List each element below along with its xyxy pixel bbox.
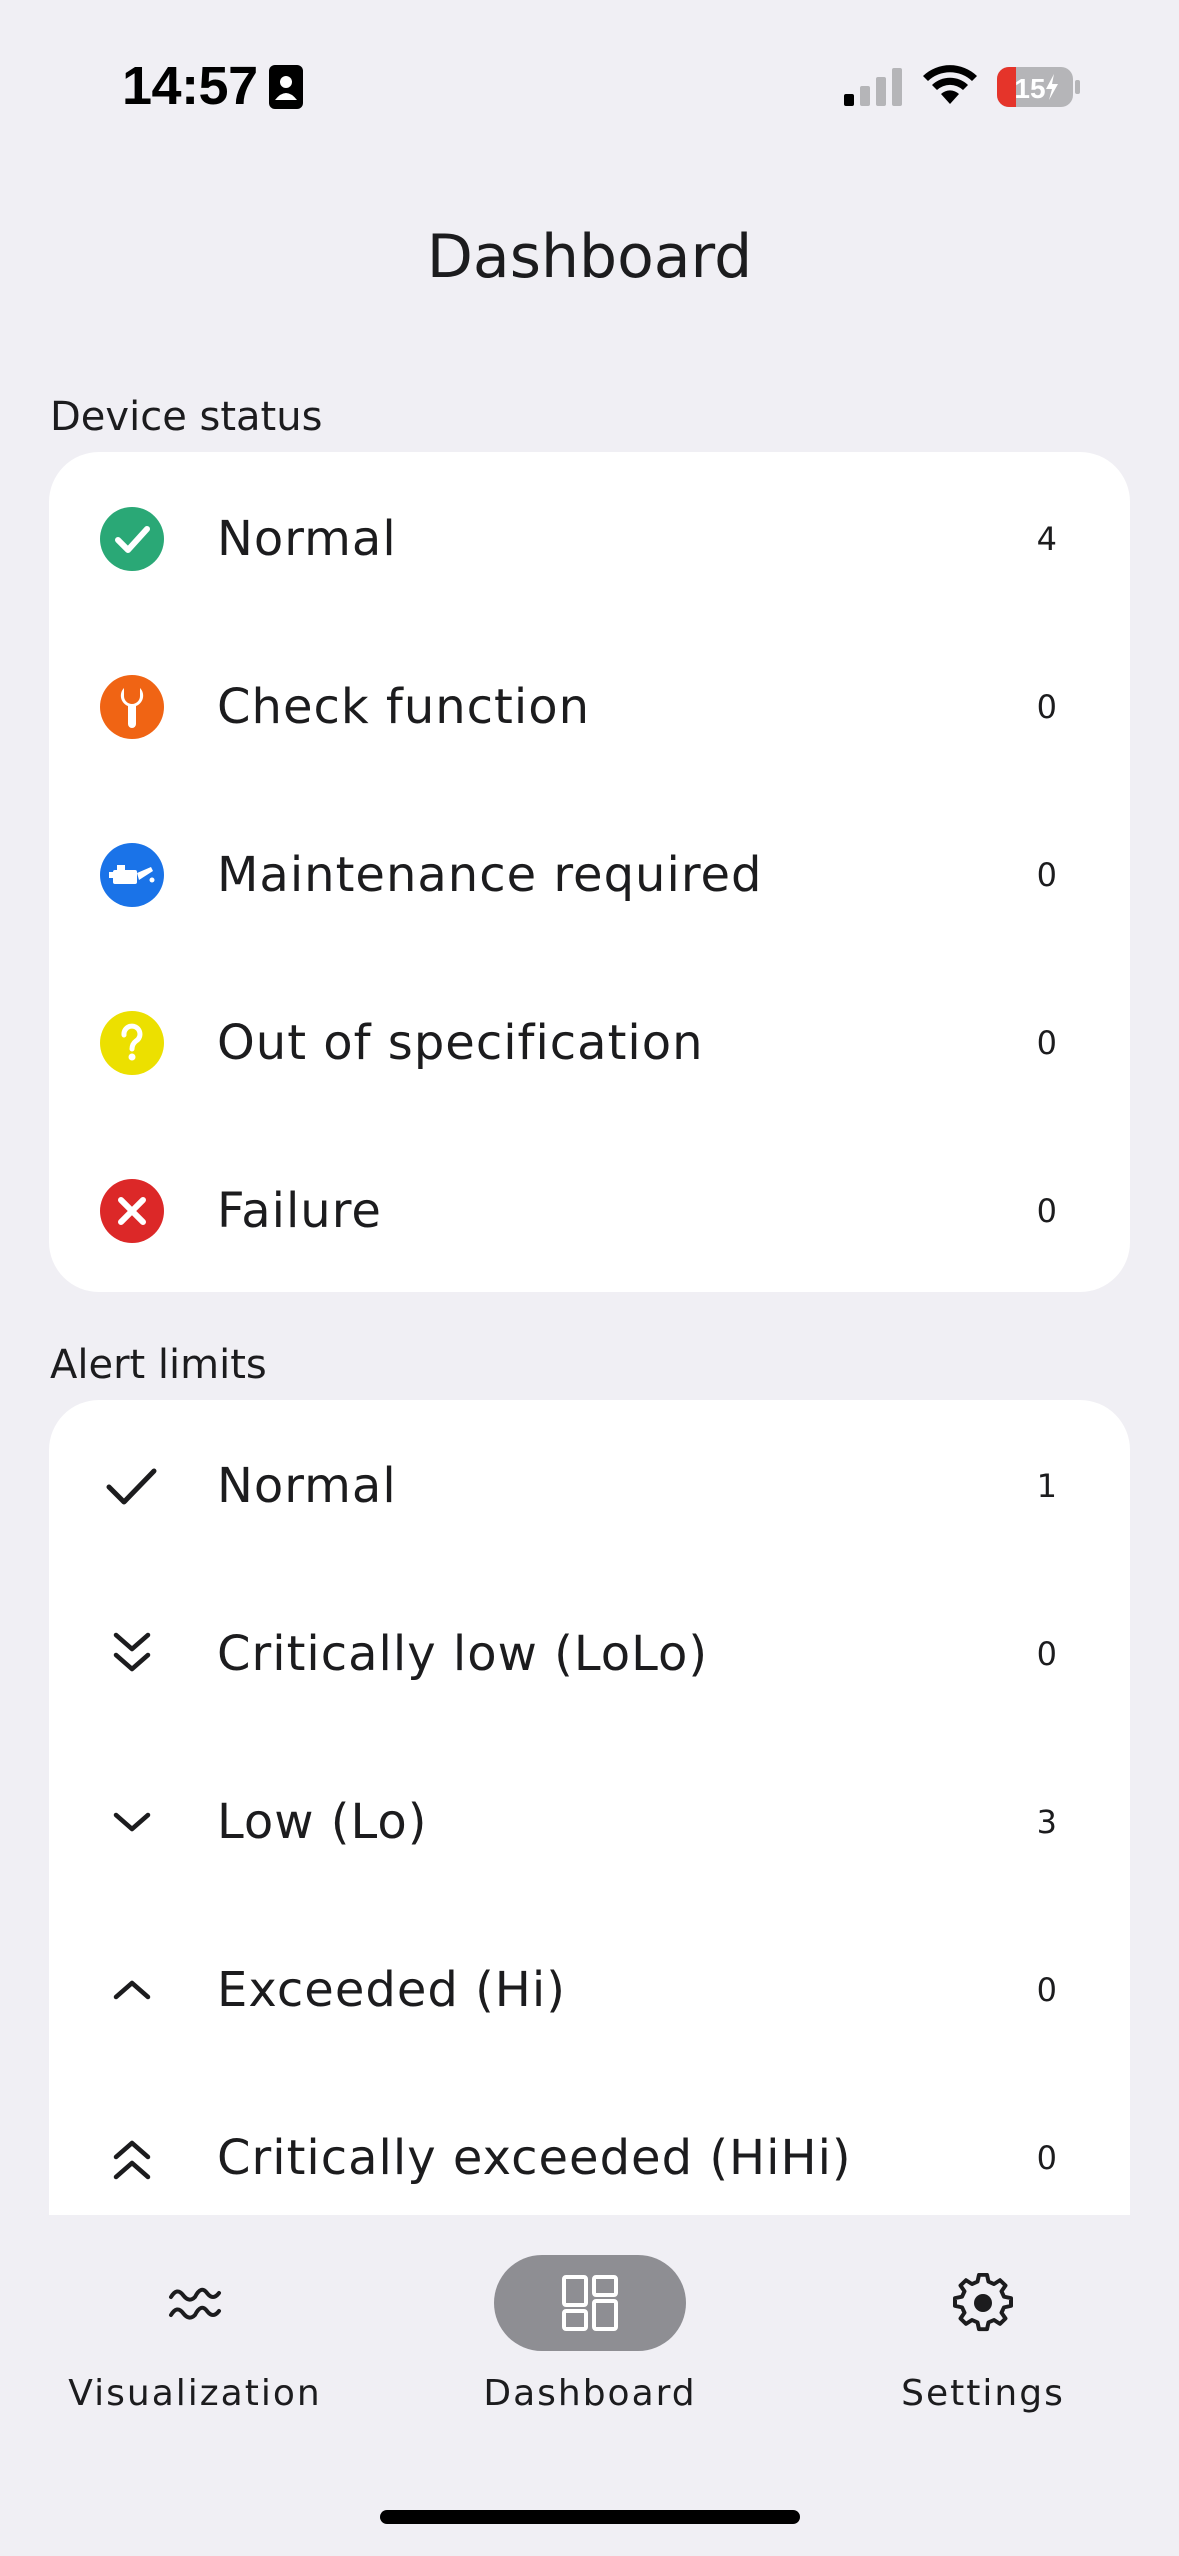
row-count: 0 — [1036, 2139, 1057, 2177]
device-status-heading: Device status — [50, 394, 323, 440]
chevron-down-icon — [113, 1812, 151, 1832]
nav-label: Dashboard — [483, 2373, 697, 2414]
dashboard-grid-icon — [562, 2275, 618, 2331]
alert-limits-row-normal[interactable]: Normal 1 — [49, 1402, 1130, 1570]
device-status-row-check-function[interactable]: Check function 0 — [49, 623, 1130, 791]
x-circle-icon — [100, 1179, 164, 1243]
check-circle-icon — [100, 507, 164, 571]
device-status-row-normal[interactable]: Normal 4 — [49, 455, 1130, 623]
bottom-navigation: Visualization Dashboard Settings — [0, 2215, 1179, 2556]
nav-item-dashboard[interactable]: Dashboard — [410, 2255, 770, 2435]
alert-limits-row-critically-low[interactable]: Critically low (LoLo) 0 — [49, 1570, 1130, 1738]
nav-icon-container-active — [494, 2255, 686, 2351]
status-bar: 14:57 15 — [0, 0, 1179, 170]
home-indicator[interactable] — [380, 2510, 800, 2524]
row-label: Critically low (LoLo) — [217, 1626, 709, 1682]
row-label: Maintenance required — [217, 847, 763, 903]
row-count: 0 — [1036, 688, 1057, 726]
alert-limits-row-exceeded[interactable]: Exceeded (Hi) 0 — [49, 1906, 1130, 2074]
gear-icon — [953, 2273, 1013, 2332]
nav-label: Visualization — [68, 2373, 322, 2414]
waveform-icon — [169, 2287, 221, 2320]
nav-icon-container — [887, 2255, 1079, 2351]
check-icon — [106, 1468, 157, 1505]
status-time: 14:57 — [122, 56, 258, 116]
chevron-up-icon — [113, 1980, 151, 2000]
nav-icon-container — [99, 2255, 291, 2351]
battery-level: 15 — [1014, 73, 1045, 104]
row-count: 0 — [1036, 1024, 1057, 1062]
row-label: Exceeded (Hi) — [217, 1962, 566, 2018]
question-icon — [100, 1011, 164, 1075]
device-status-row-maintenance-required[interactable]: Maintenance required 0 — [49, 791, 1130, 959]
oil-can-icon — [100, 843, 164, 907]
device-status-row-failure[interactable]: Failure 0 — [49, 1127, 1130, 1295]
battery-icon: 15 — [997, 67, 1080, 107]
row-label: Out of specification — [217, 1015, 704, 1071]
row-label: Low (Lo) — [217, 1794, 428, 1850]
double-chevron-down-icon — [113, 1632, 151, 1672]
nav-item-settings[interactable]: Settings — [803, 2255, 1163, 2435]
row-label: Normal — [217, 511, 397, 567]
wrench-icon — [100, 675, 164, 739]
row-count: 0 — [1036, 1971, 1057, 2009]
row-count: 0 — [1036, 1192, 1057, 1230]
row-count: 3 — [1036, 1803, 1057, 1841]
alert-limits-card: Normal 1 Critically low (LoLo) 0 Low (Lo… — [49, 1400, 1130, 2215]
cellular-signal-icon — [844, 68, 902, 106]
page-title: Dashboard — [426, 222, 753, 292]
device-status-card: Normal 4 Check function 0 Maintenance re… — [49, 452, 1130, 1292]
alert-limits-heading: Alert limits — [50, 1342, 267, 1388]
row-count: 1 — [1036, 1467, 1057, 1505]
wifi-icon — [923, 65, 977, 104]
row-count: 0 — [1036, 1635, 1057, 1673]
row-label: Normal — [217, 1458, 397, 1514]
device-status-row-out-of-specification[interactable]: Out of specification 0 — [49, 959, 1130, 1127]
row-label: Check function — [217, 679, 590, 735]
row-count: 0 — [1036, 856, 1057, 894]
nav-item-visualization[interactable]: Visualization — [15, 2255, 375, 2435]
row-label: Critically exceeded (HiHi) — [217, 2130, 852, 2186]
row-label: Failure — [217, 1183, 382, 1239]
nav-label: Settings — [901, 2373, 1065, 2414]
contact-card-icon — [269, 65, 303, 109]
double-chevron-up-icon — [113, 2140, 151, 2180]
row-count: 4 — [1036, 520, 1057, 558]
alert-limits-row-low[interactable]: Low (Lo) 3 — [49, 1738, 1130, 1906]
